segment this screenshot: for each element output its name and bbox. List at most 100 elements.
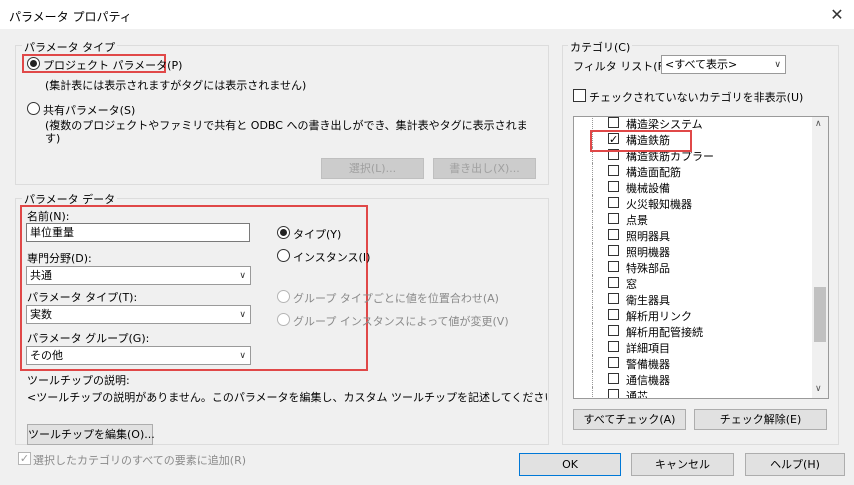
scrollbar[interactable]: ∧ ∨: [812, 117, 828, 398]
category-item[interactable]: 解析用リンク: [574, 307, 794, 323]
category-label: 機械設備: [626, 182, 670, 195]
category-item[interactable]: 照明器具: [574, 227, 794, 243]
category-item[interactable]: 衛生器具: [574, 291, 794, 307]
category-checkbox[interactable]: [608, 341, 619, 352]
category-label: 解析用リンク: [626, 310, 692, 323]
param-group-select[interactable]: その他 ∨: [26, 346, 251, 365]
name-field[interactable]: 単位重量: [26, 223, 250, 242]
scroll-thumb[interactable]: [814, 287, 826, 342]
tree-line: [592, 291, 593, 307]
category-checkbox[interactable]: [608, 165, 619, 176]
close-icon[interactable]: ✕: [826, 4, 848, 26]
discipline-select[interactable]: 共通 ∨: [26, 266, 251, 285]
discipline-value: 共通: [30, 269, 52, 282]
category-label: 通芯: [626, 390, 648, 399]
shared-param-label[interactable]: 共有パラメータ(S): [43, 102, 135, 118]
tree-line: [592, 163, 593, 179]
shared-param-note-1: (複数のプロジェクトやファミリで共有と ODBC への書き出しができ、集計表やタ…: [45, 119, 528, 132]
export-button[interactable]: 書き出し(X)...: [433, 158, 536, 179]
category-label: 解析用配管接続: [626, 326, 703, 339]
tooltip-text: <ツールチップの説明がありません。このパラメータを編集し、カスタム ツールチップ…: [27, 391, 547, 404]
category-item[interactable]: 機械設備: [574, 179, 794, 195]
filter-select[interactable]: <すべて表示> ∨: [661, 55, 786, 74]
category-item[interactable]: 詳細項目: [574, 339, 794, 355]
tree-line: [592, 211, 593, 227]
rebar-highlight: [590, 130, 692, 152]
edit-tooltip-button[interactable]: ツールチップを編集(O)...: [27, 424, 155, 445]
category-checkbox[interactable]: [608, 181, 619, 192]
category-label: 特殊部品: [626, 262, 670, 275]
tree-line: [592, 117, 593, 131]
scroll-down-icon[interactable]: ∨: [815, 384, 822, 394]
category-label: 衛生器具: [626, 294, 670, 307]
cancel-button[interactable]: キャンセル: [631, 453, 734, 476]
shared-param-radio[interactable]: [27, 102, 40, 115]
category-item[interactable]: 照明機器: [574, 243, 794, 259]
category-item[interactable]: 警備機器: [574, 355, 794, 371]
category-rows: 構造梁システム ✓ 構造鉄筋 構造鉄筋カプラー 構造面配筋 機械設備 火災報知機器 点景 照明器…: [574, 117, 814, 399]
ok-button[interactable]: OK: [519, 453, 621, 476]
category-checkbox[interactable]: [608, 277, 619, 288]
category-checkbox[interactable]: [608, 325, 619, 336]
category-checkbox[interactable]: [608, 373, 619, 384]
category-label: 警備機器: [626, 358, 670, 371]
category-item[interactable]: 構造面配筋: [574, 163, 794, 179]
instance-radio[interactable]: [277, 249, 290, 262]
align-group-label[interactable]: グループ タイプごとに値を位置合わせ(A): [293, 290, 499, 306]
category-checkbox[interactable]: [608, 245, 619, 256]
vary-group-radio[interactable]: [277, 313, 290, 326]
instance-radio-label[interactable]: インスタンス(I): [293, 249, 370, 265]
tree-line: [592, 179, 593, 195]
type-radio[interactable]: [277, 226, 290, 239]
category-checkbox[interactable]: [608, 213, 619, 224]
project-param-radio[interactable]: [27, 57, 40, 70]
uncheck-all-button[interactable]: チェック解除(E): [694, 409, 827, 430]
category-checkbox[interactable]: [608, 357, 619, 368]
category-item[interactable]: 窓: [574, 275, 794, 291]
param-group-value: その他: [30, 349, 63, 362]
tree-line: [592, 387, 593, 398]
param-type-group-label: パラメータ タイプ: [22, 39, 118, 55]
category-item[interactable]: 構造梁システム: [574, 117, 794, 131]
category-checkbox[interactable]: [608, 229, 619, 240]
category-checkbox[interactable]: [608, 293, 619, 304]
check-all-button[interactable]: すべてチェック(A): [573, 409, 686, 430]
tree-line: [592, 339, 593, 355]
category-item[interactable]: 点景: [574, 211, 794, 227]
select-button[interactable]: 選択(L)...: [321, 158, 424, 179]
project-param-label[interactable]: プロジェクト パラメータ(P): [43, 57, 182, 73]
category-item[interactable]: 通芯: [574, 387, 794, 399]
category-checkbox[interactable]: [608, 197, 619, 208]
vary-group-label[interactable]: グループ インスタンスによって値が変更(V): [293, 313, 509, 329]
param-type-select[interactable]: 実数 ∨: [26, 305, 251, 324]
category-label: 照明器具: [626, 230, 670, 243]
category-group-label: カテゴリ(C): [568, 39, 633, 55]
project-param-note: (集計表には表示されますがタグには表示されません): [45, 79, 307, 92]
help-button[interactable]: ヘルプ(H): [745, 453, 845, 476]
tree-line: [592, 323, 593, 339]
category-item[interactable]: 通信機器: [574, 371, 794, 387]
category-checkbox[interactable]: [608, 389, 619, 398]
category-checkbox[interactable]: [608, 117, 619, 128]
category-item[interactable]: 特殊部品: [574, 259, 794, 275]
tree-line: [592, 243, 593, 259]
add-all-label[interactable]: 選択したカテゴリのすべての要素に追加(R): [33, 452, 246, 468]
param-group-label: パラメータ グループ(G):: [27, 332, 150, 345]
category-checkbox[interactable]: [608, 261, 619, 272]
add-all-checkbox[interactable]: ✓: [18, 452, 31, 465]
align-group-radio[interactable]: [277, 290, 290, 303]
discipline-label: 専門分野(D):: [27, 252, 92, 265]
hide-unchecked-checkbox[interactable]: [573, 89, 586, 102]
type-radio-label[interactable]: タイプ(Y): [293, 226, 341, 242]
category-label: 詳細項目: [626, 342, 670, 355]
hide-unchecked-label[interactable]: チェックされていないカテゴリを非表示(U): [589, 89, 803, 105]
category-list[interactable]: 構造梁システム ✓ 構造鉄筋 構造鉄筋カプラー 構造面配筋 機械設備 火災報知機器 点景 照明器…: [573, 116, 829, 399]
name-label: 名前(N):: [27, 210, 70, 223]
category-checkbox[interactable]: [608, 309, 619, 320]
category-item[interactable]: 火災報知機器: [574, 195, 794, 211]
scroll-up-icon[interactable]: ∧: [815, 119, 822, 129]
category-label: 通信機器: [626, 374, 670, 387]
filter-label: フィルタ リスト(F):: [573, 60, 672, 73]
window-title: パラメータ プロパティ: [9, 10, 132, 24]
category-item[interactable]: 解析用配管接続: [574, 323, 794, 339]
